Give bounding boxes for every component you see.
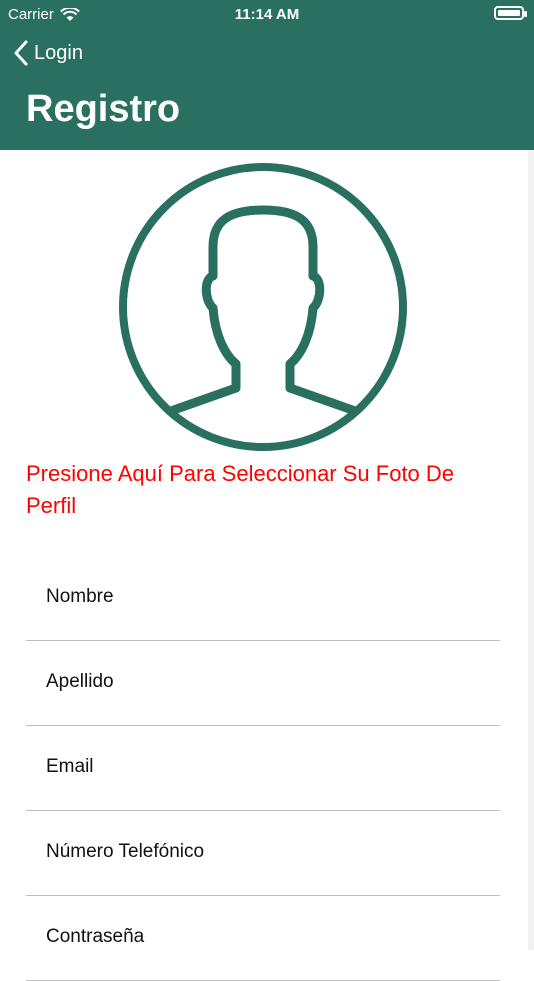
status-time: 11:14 AM [234, 6, 300, 23]
email-input[interactable] [46, 756, 486, 778]
password-field-row [26, 896, 500, 981]
lastname-field-row [26, 641, 500, 726]
profile-photo-placeholder[interactable] [118, 162, 408, 452]
person-silhouette-icon [153, 205, 373, 447]
password-input[interactable] [46, 926, 486, 948]
phone-field-row [26, 811, 500, 896]
lastname-input[interactable] [46, 671, 486, 693]
battery-level [498, 10, 520, 16]
battery-icon [494, 6, 527, 20]
back-button[interactable]: Login [14, 40, 83, 66]
chevron-left-icon [14, 40, 28, 66]
name-field-row [26, 556, 500, 641]
select-photo-prompt[interactable]: Presione Aquí Para Seleccionar Su Foto D… [26, 458, 496, 522]
name-input[interactable] [46, 586, 486, 608]
back-button-label: Login [34, 41, 83, 64]
status-bar: Carrier 11:14 AM [0, 0, 534, 30]
email-field-row [26, 726, 500, 811]
page-title: Registro [26, 88, 181, 130]
phone-input[interactable] [46, 841, 486, 863]
navigation-header: Carrier 11:14 AM Login Registro [0, 0, 534, 150]
scroll-edge [528, 150, 534, 950]
registration-form [26, 556, 500, 981]
